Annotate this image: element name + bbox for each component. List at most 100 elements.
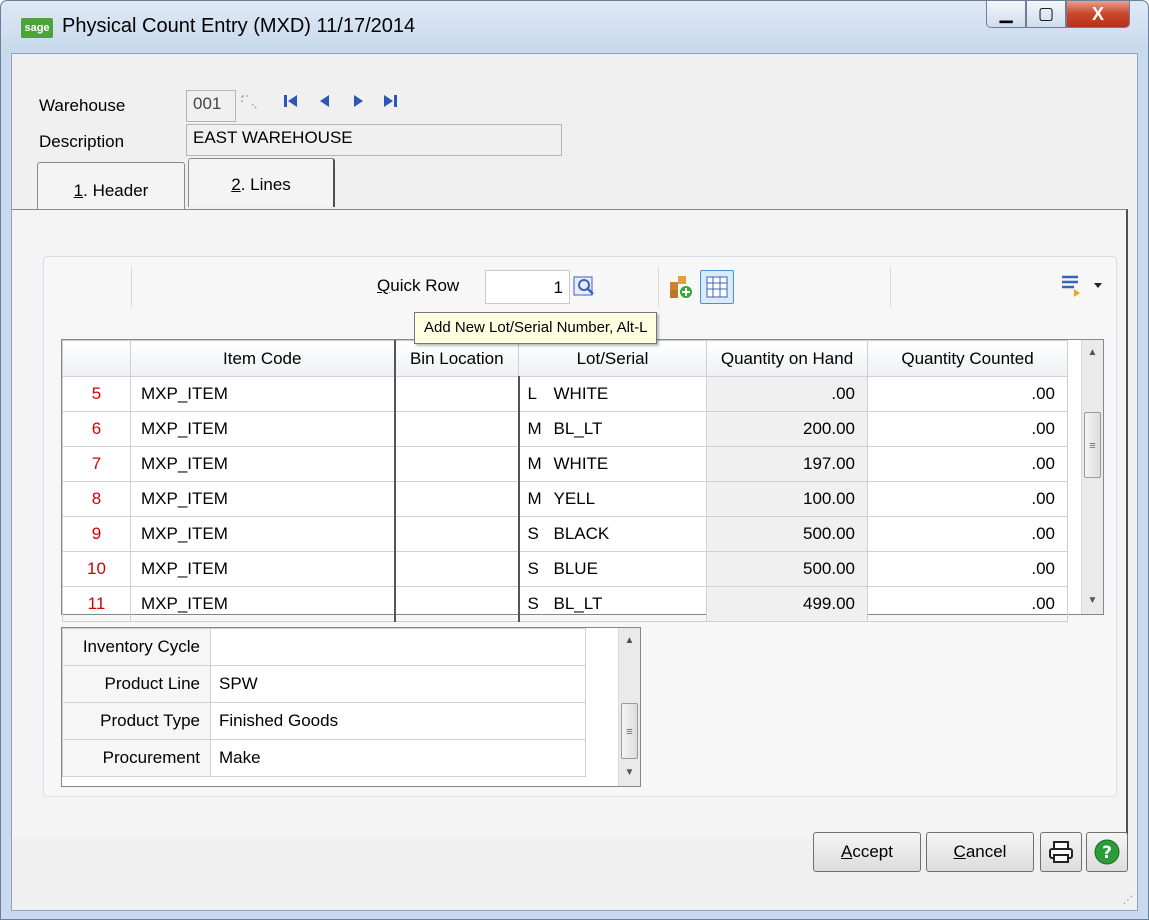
detail-label: Procurement [62, 739, 211, 777]
item-details-panel: Inventory Cycle Product Line SPW Product Ty… [61, 627, 641, 787]
bin-location-cell[interactable] [394, 551, 520, 587]
quick-row-input[interactable]: 1 [485, 270, 570, 304]
table-row[interactable]: 5 MXP_ITEM L WHITE .00.00 [62, 376, 1068, 412]
add-lot-serial-icon[interactable] [667, 272, 695, 305]
lookup-icon[interactable] [240, 94, 260, 117]
tab-lines-hotkey: 2 [231, 175, 241, 194]
table-row[interactable]: 7 MXP_ITEM M WHITE 197.00.00 [62, 446, 1068, 482]
details-scroll-thumb[interactable]: ≡ [621, 703, 638, 759]
details-scroll-up-icon[interactable]: ▲ [619, 630, 640, 652]
quantity-counted-cell[interactable]: .00 [867, 516, 1068, 552]
item-code-cell[interactable]: MXP_ITEM [130, 376, 396, 412]
detail-value: SPW [210, 665, 586, 703]
item-details-table: Inventory Cycle Product Line SPW Product Ty… [62, 628, 586, 777]
scroll-thumb[interactable]: ≡ [1084, 412, 1101, 478]
quantity-counted-cell[interactable]: .00 [867, 411, 1068, 447]
item-code-cell[interactable]: MXP_ITEM [130, 481, 396, 517]
bin-location-cell[interactable] [394, 516, 520, 552]
bin-location-cell[interactable] [394, 446, 520, 482]
bin-location-cell[interactable] [394, 586, 520, 622]
previous-record-icon[interactable] [316, 92, 334, 115]
quantity-on-hand-cell: 500.00 [706, 551, 868, 587]
help-button[interactable]: ? [1086, 832, 1128, 872]
lot-serial-cell[interactable]: L WHITE [518, 376, 707, 412]
table-row[interactable]: 11 MXP_ITEM S BL_LT 499.00.00 [62, 586, 1068, 622]
details-scroll-down-icon[interactable]: ▼ [619, 762, 640, 784]
quantity-on-hand-cell: 499.00 [706, 586, 868, 622]
table-row[interactable]: 8 MXP_ITEM M YELL 100.00.00 [62, 481, 1068, 517]
lot-serial-cell[interactable]: S BLUE [518, 551, 707, 587]
row-number[interactable]: 9 [62, 516, 131, 552]
scroll-down-icon[interactable]: ▼ [1082, 590, 1103, 612]
quantity-counted-cell[interactable]: .00 [867, 446, 1068, 482]
lot-serial-cell[interactable]: S BLACK [518, 516, 707, 552]
tab-lines[interactable]: 2. Lines [188, 158, 335, 207]
logo-text: sage [24, 22, 50, 34]
quantity-counted-cell[interactable]: .00 [867, 551, 1068, 587]
bin-location-cell[interactable] [394, 376, 520, 412]
quick-row-lookup-icon[interactable] [572, 273, 598, 304]
window-client-area: Warehouse 001 Description EAST WAREHOUSE… [11, 53, 1138, 911]
column-header-lot-serial[interactable]: Lot/Serial [518, 340, 707, 377]
grid-vertical-scrollbar[interactable]: ▲ ≡ ▼ [1081, 340, 1103, 614]
grid-view-button[interactable] [700, 270, 734, 304]
table-row[interactable]: 9 MXP_ITEM S BLACK 500.00.00 [62, 516, 1068, 552]
column-header-bin-location[interactable]: Bin Location [394, 340, 519, 377]
quantity-counted-cell[interactable]: .00 [867, 376, 1068, 412]
toolbar-separator [658, 267, 659, 307]
lot-serial-cell[interactable]: S BL_LT [518, 586, 707, 622]
item-code-cell[interactable]: MXP_ITEM [130, 586, 396, 622]
lot-serial-cell[interactable]: M BL_LT [518, 411, 707, 447]
lines-table: Item Code Bin Location Lot/Serial Quanti… [62, 340, 1068, 622]
first-record-icon[interactable] [282, 92, 300, 115]
column-header-quantity-counted[interactable]: Quantity Counted [867, 340, 1068, 377]
lot-serial-cell[interactable]: M YELL [518, 481, 707, 517]
lines-table-body: 5 MXP_ITEM L WHITE .00.00 6 MXP_ITEM M BL_LT 200.… [62, 376, 1068, 622]
detail-value: Finished Goods [210, 702, 586, 740]
item-code-cell[interactable]: MXP_ITEM [130, 446, 396, 482]
detail-row: Inventory Cycle [62, 628, 586, 666]
cancel-button[interactable]: Cancel [926, 832, 1034, 872]
print-button[interactable] [1040, 832, 1082, 872]
description-field[interactable]: EAST WAREHOUSE [186, 124, 562, 156]
resize-grip-icon[interactable]: ⋰ [1123, 895, 1133, 906]
quantity-counted-cell[interactable]: .00 [867, 481, 1068, 517]
table-row[interactable]: 10 MXP_ITEM S BLUE 500.00.00 [62, 551, 1068, 587]
tab-header[interactable]: 1. Header [37, 162, 185, 210]
row-number[interactable]: 11 [62, 586, 131, 622]
item-code-cell[interactable]: MXP_ITEM [130, 516, 396, 552]
column-header-item-code[interactable]: Item Code [130, 340, 396, 377]
customize-menu-icon[interactable] [1060, 273, 1104, 304]
last-record-icon[interactable] [381, 92, 399, 115]
title-bar[interactable]: sage Physical Count Entry (MXD) 11/17/20… [1, 1, 1148, 53]
maximize-button[interactable]: ▢ [1026, 1, 1066, 28]
column-header-quantity-on-hand[interactable]: Quantity on Hand [706, 340, 868, 377]
toolbar-separator [890, 267, 891, 307]
row-number[interactable]: 5 [62, 376, 131, 412]
row-number[interactable]: 6 [62, 411, 131, 447]
accept-button[interactable]: Accept [813, 832, 921, 872]
row-number[interactable]: 7 [62, 446, 131, 482]
quantity-counted-cell[interactable]: .00 [867, 586, 1068, 622]
bin-location-cell[interactable] [394, 481, 520, 517]
item-details-body: Inventory Cycle Product Line SPW Product Ty… [62, 628, 586, 777]
maximize-icon: ▢ [1037, 4, 1055, 23]
row-number[interactable]: 10 [62, 551, 131, 587]
scroll-up-icon[interactable]: ▲ [1082, 342, 1103, 364]
detail-value: Make [210, 739, 586, 777]
details-vertical-scrollbar[interactable]: ▲ ≡ ▼ [618, 628, 640, 786]
lot-prefix: M [527, 419, 542, 438]
minimize-button[interactable]: ▁ [986, 1, 1026, 28]
next-record-icon[interactable] [349, 92, 367, 115]
lot-prefix: S [527, 524, 539, 543]
table-row[interactable]: 6 MXP_ITEM M BL_LT 200.00.00 [62, 411, 1068, 447]
item-code-cell[interactable]: MXP_ITEM [130, 411, 396, 447]
close-button[interactable]: X [1066, 1, 1130, 28]
lot-serial-cell[interactable]: M WHITE [518, 446, 707, 482]
warehouse-field[interactable]: 001 [186, 90, 236, 122]
item-code-cell[interactable]: MXP_ITEM [130, 551, 396, 587]
bin-location-cell[interactable] [394, 411, 520, 447]
row-number[interactable]: 8 [62, 481, 131, 517]
close-icon: X [1091, 3, 1104, 24]
svg-text:?: ? [1102, 843, 1112, 863]
